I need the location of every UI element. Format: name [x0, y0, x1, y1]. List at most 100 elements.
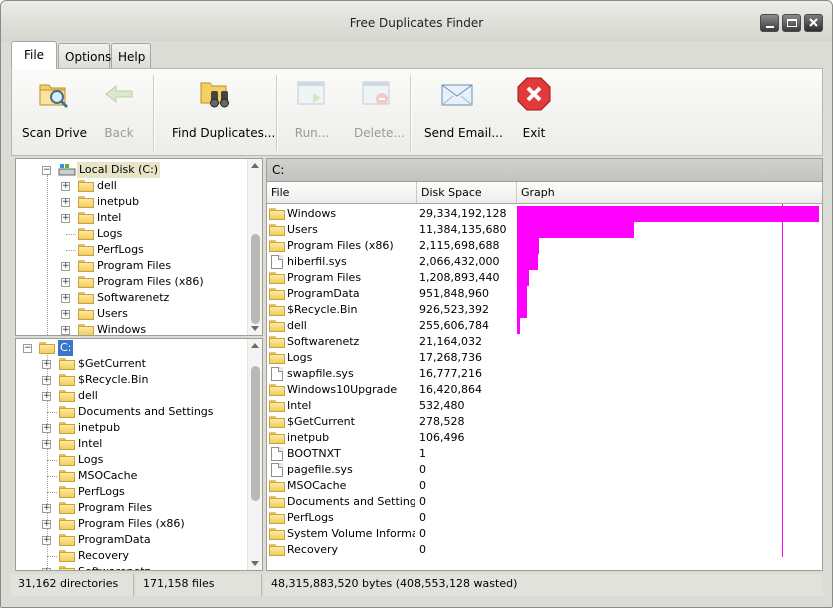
expand-toggle[interactable]: +: [42, 568, 51, 570]
back-button[interactable]: Back: [97, 75, 141, 151]
expand-toggle[interactable]: +: [42, 392, 51, 401]
expand-toggle[interactable]: +: [61, 278, 70, 287]
send-email-button[interactable]: Send Email...: [424, 75, 503, 151]
file-row[interactable]: MSOCache 0: [267, 478, 822, 494]
expand-toggle[interactable]: +: [42, 424, 51, 433]
collapse-toggle[interactable]: −: [42, 166, 51, 175]
tree-item[interactable]: + Softwarenetz: [16, 564, 248, 570]
expand-toggle[interactable]: +: [42, 376, 51, 385]
file-row[interactable]: Recovery 0: [267, 542, 822, 558]
folder-icon: [59, 502, 75, 514]
exit-button[interactable]: Exit: [514, 75, 554, 151]
minimize-button[interactable]: [760, 14, 779, 32]
tree-item[interactable]: Logs: [16, 226, 248, 242]
file-row[interactable]: $GetCurrent 278,528: [267, 414, 822, 430]
tab-file[interactable]: File: [11, 41, 57, 69]
tree-item[interactable]: + Program Files: [16, 258, 248, 274]
tree-item[interactable]: + ProgramData: [16, 532, 248, 548]
file-row[interactable]: swapfile.sys 16,777,216: [267, 366, 822, 382]
file-row[interactable]: Intel 532,480: [267, 398, 822, 414]
expand-toggle[interactable]: +: [42, 440, 51, 449]
file-row[interactable]: BOOTNXT 1: [267, 446, 822, 462]
tree-item[interactable]: + Program Files: [16, 500, 248, 516]
tree-item[interactable]: + Program Files (x86): [16, 274, 248, 290]
tree-item[interactable]: + Users: [16, 306, 248, 322]
expand-toggle[interactable]: +: [61, 214, 70, 223]
close-button[interactable]: [804, 14, 823, 32]
file-row[interactable]: Windows 29,334,192,128: [267, 206, 822, 222]
column-file[interactable]: File: [267, 182, 417, 203]
tree-label: ProgramData: [78, 533, 151, 546]
tree-item[interactable]: Documents and Settings: [16, 404, 248, 420]
tree-item[interactable]: + $Recycle.Bin: [16, 372, 248, 388]
file-row[interactable]: Program Files (x86) 2,115,698,688: [267, 238, 822, 254]
tree-item[interactable]: PerfLogs: [16, 242, 248, 258]
file-row[interactable]: System Volume Informa... 0: [267, 526, 822, 542]
file-row[interactable]: $Recycle.Bin 926,523,392: [267, 302, 822, 318]
collapse-toggle[interactable]: −: [23, 344, 32, 353]
scan-drive-button[interactable]: Scan Drive: [22, 75, 87, 151]
scroll-up-icon[interactable]: [251, 343, 259, 348]
file-row[interactable]: dell 255,606,784: [267, 318, 822, 334]
file-row[interactable]: Windows10Upgrade 16,420,864: [267, 382, 822, 398]
expand-toggle[interactable]: +: [42, 536, 51, 545]
scroll-thumb[interactable]: [251, 366, 260, 501]
tree-item[interactable]: + dell: [16, 178, 248, 194]
expand-toggle[interactable]: +: [61, 310, 70, 319]
tree-item[interactable]: + $GetCurrent: [16, 356, 248, 372]
column-graph[interactable]: Graph: [517, 182, 823, 203]
maximize-button[interactable]: [782, 14, 801, 32]
scroll-down-icon[interactable]: [251, 326, 259, 331]
expand-toggle[interactable]: +: [61, 326, 70, 335]
scroll-thumb[interactable]: [251, 234, 260, 324]
tree-item[interactable]: + Intel: [16, 210, 248, 226]
file-row[interactable]: Logs 17,268,736: [267, 350, 822, 366]
tree-root-c[interactable]: − C:: [16, 340, 248, 356]
tree-line: [47, 492, 57, 493]
tree-item[interactable]: + dell: [16, 388, 248, 404]
tree-item[interactable]: + inetpub: [16, 420, 248, 436]
tree-item[interactable]: + Windows: [16, 322, 248, 335]
scroll-up-icon[interactable]: [251, 163, 259, 168]
file-row[interactable]: hiberfil.sys 2,066,432,000: [267, 254, 822, 270]
ribbon-separator: [410, 75, 411, 151]
drive-tree: − Local Disk (C:) + dell + inetpub + Intel Log…: [15, 158, 263, 336]
expand-toggle[interactable]: +: [42, 520, 51, 529]
tab-help[interactable]: Help: [111, 43, 151, 69]
scroll-down-icon[interactable]: [251, 561, 259, 566]
expand-toggle[interactable]: +: [42, 360, 51, 369]
file-row[interactable]: Program Files 1,208,893,440: [267, 270, 822, 286]
tree-item[interactable]: + Softwarenetz: [16, 290, 248, 306]
tree-item[interactable]: + Intel: [16, 436, 248, 452]
file-row[interactable]: Softwarenetz 21,164,032: [267, 334, 822, 350]
run-icon: [297, 81, 325, 105]
file-row[interactable]: ProgramData 951,848,960: [267, 286, 822, 302]
tree-item[interactable]: Recovery: [16, 548, 248, 564]
tree-item[interactable]: PerfLogs: [16, 484, 248, 500]
expand-toggle[interactable]: +: [42, 504, 51, 513]
delete-button[interactable]: Delete...: [354, 75, 405, 151]
file-row[interactable]: PerfLogs 0: [267, 510, 822, 526]
file-row[interactable]: Users 11,384,135,680: [267, 222, 822, 238]
tree-item[interactable]: Logs: [16, 452, 248, 468]
tree-item[interactable]: + inetpub: [16, 194, 248, 210]
file-row[interactable]: Documents and Settings 0: [267, 494, 822, 510]
expand-toggle[interactable]: +: [61, 198, 70, 207]
tree-label: $Recycle.Bin: [78, 373, 149, 386]
tree-item[interactable]: + Program Files (x86): [16, 516, 248, 532]
expand-toggle[interactable]: +: [61, 182, 70, 191]
drive-tree-scrollbar[interactable]: [247, 159, 262, 335]
run-button[interactable]: Run...: [291, 75, 333, 151]
find-duplicates-button[interactable]: Find Duplicates...: [172, 75, 275, 151]
folder-tree-scrollbar[interactable]: [247, 339, 262, 570]
tree-root-local-disk[interactable]: − Local Disk (C:): [16, 162, 248, 178]
tree-item[interactable]: MSOCache: [16, 468, 248, 484]
file-row[interactable]: inetpub 106,496: [267, 430, 822, 446]
send-email-label: Send Email...: [424, 126, 503, 140]
file-row[interactable]: pagefile.sys 0: [267, 462, 822, 478]
expand-toggle[interactable]: +: [61, 262, 70, 271]
column-disk-space[interactable]: Disk Space: [417, 182, 517, 203]
expand-toggle[interactable]: +: [61, 294, 70, 303]
path-bar: C:: [266, 158, 823, 182]
tab-options[interactable]: Options: [58, 43, 111, 69]
